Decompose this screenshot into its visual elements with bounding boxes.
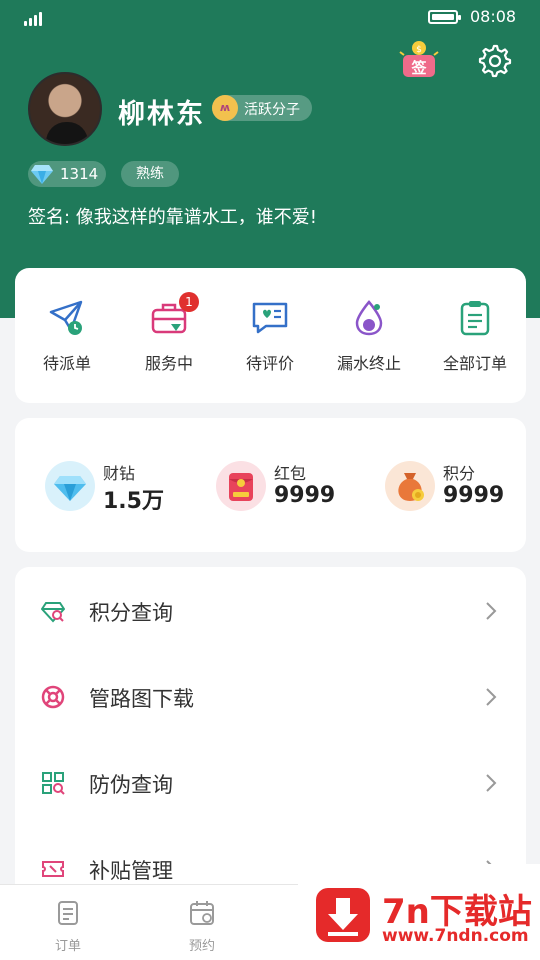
avatar[interactable] <box>28 72 102 146</box>
menu-points-query[interactable]: 积分查询 <box>15 567 526 653</box>
order-pending-review[interactable]: 待评价 <box>220 298 320 378</box>
status-bar: 08:08 <box>0 0 540 36</box>
signal-icon <box>24 10 46 26</box>
order-label: 待评价 <box>245 354 294 373</box>
user-name: 柳林东 <box>118 99 205 130</box>
wallet-value: 1.5万 <box>103 489 164 514</box>
chat-heart-icon <box>252 302 288 334</box>
tab-label: 预约 <box>188 939 215 954</box>
tab-appointments[interactable]: 预约 <box>172 899 232 954</box>
order-pending-dispatch[interactable]: 待派单 <box>17 298 117 378</box>
wallet-value: 9999 <box>443 483 505 508</box>
orders-card: 待派单 1 服务中 待评价 漏水终止 全部订单 <box>15 268 526 403</box>
qr-search-icon <box>42 772 65 795</box>
gear-icon <box>478 44 512 78</box>
menu-card: 积分查询 管路图下载 防伪查询 补贴管理 <box>15 567 526 897</box>
menu-label: 积分查询 <box>89 601 173 625</box>
watermark-url: www.7ndn.com <box>382 926 529 946</box>
order-all[interactable]: 全部订单 <box>425 298 525 378</box>
red-packet-icon <box>216 461 266 511</box>
menu-label: 管路图下载 <box>89 687 194 711</box>
gem-search-icon <box>41 602 65 623</box>
status-time: 08:08 <box>470 7 517 26</box>
tab-orders[interactable]: 订单 <box>38 899 98 954</box>
diamond-count: 1314 <box>28 161 106 187</box>
menu-pipe-diagram-download[interactable]: 管路图下载 <box>15 653 526 739</box>
chevron-right-icon <box>486 688 497 706</box>
order-label: 全部订单 <box>442 354 507 373</box>
order-tab-icon <box>58 901 78 925</box>
diamond-icon <box>45 461 95 511</box>
order-label: 待派单 <box>42 354 91 373</box>
wallet-value: 9999 <box>274 483 336 508</box>
chevron-right-icon <box>486 602 497 620</box>
order-leak-terminated[interactable]: 漏水终止 <box>319 298 419 378</box>
wallet-red-packet[interactable]: 红包 9999 <box>216 458 376 514</box>
wallet-name: 财钻 <box>103 464 136 483</box>
lifebuoy-icon <box>41 685 65 709</box>
money-bag-icon <box>385 461 435 511</box>
download-arrow-icon <box>316 888 370 942</box>
order-count-badge: 1 <box>179 292 199 312</box>
tab-label: 订单 <box>54 939 81 954</box>
wallet-name: 积分 <box>443 464 476 483</box>
sign-in-label: 签 <box>411 59 427 77</box>
badge-logo-icon: ʍ <box>212 95 238 121</box>
wallet-card: 财钻 1.5万 红包 9999 积分 9999 <box>15 418 526 552</box>
battery-icon <box>428 10 461 24</box>
svg-text:$: $ <box>416 45 422 55</box>
order-in-service[interactable]: 1 服务中 <box>119 292 219 378</box>
wallet-diamonds[interactable]: 财钻 1.5万 <box>45 458 205 514</box>
wallet-points[interactable]: 积分 9999 <box>385 458 540 514</box>
settings-button[interactable] <box>478 44 512 78</box>
skill-level-badge: 熟练 <box>121 161 179 187</box>
menu-anti-counterfeit-query[interactable]: 防伪查询 <box>15 739 526 825</box>
chevron-right-icon <box>486 774 497 792</box>
diamond-icon <box>31 165 53 184</box>
activity-badge: ʍ 活跃分子 <box>212 95 312 121</box>
signature-text: 签名: 像我这样的靠谱水工，谁不爱! <box>28 207 318 228</box>
send-clock-icon <box>49 300 83 335</box>
menu-label: 防伪查询 <box>89 773 173 797</box>
water-drop-icon <box>355 300 383 336</box>
order-label: 服务中 <box>144 354 193 373</box>
activity-badge-label: 活跃分子 <box>244 102 300 118</box>
calendar-tab-icon <box>190 901 214 925</box>
order-label: 漏水终止 <box>336 354 401 373</box>
wallet-name: 红包 <box>274 464 307 483</box>
menu-label: 补贴管理 <box>89 859 173 883</box>
sign-in-button[interactable]: $ 签 <box>396 40 442 80</box>
watermark: 7n下载站 www.7ndn.com <box>298 864 540 960</box>
ticket-icon <box>42 861 64 877</box>
clipboard-icon <box>460 301 490 336</box>
diamond-count-value: 1314 <box>60 165 99 183</box>
